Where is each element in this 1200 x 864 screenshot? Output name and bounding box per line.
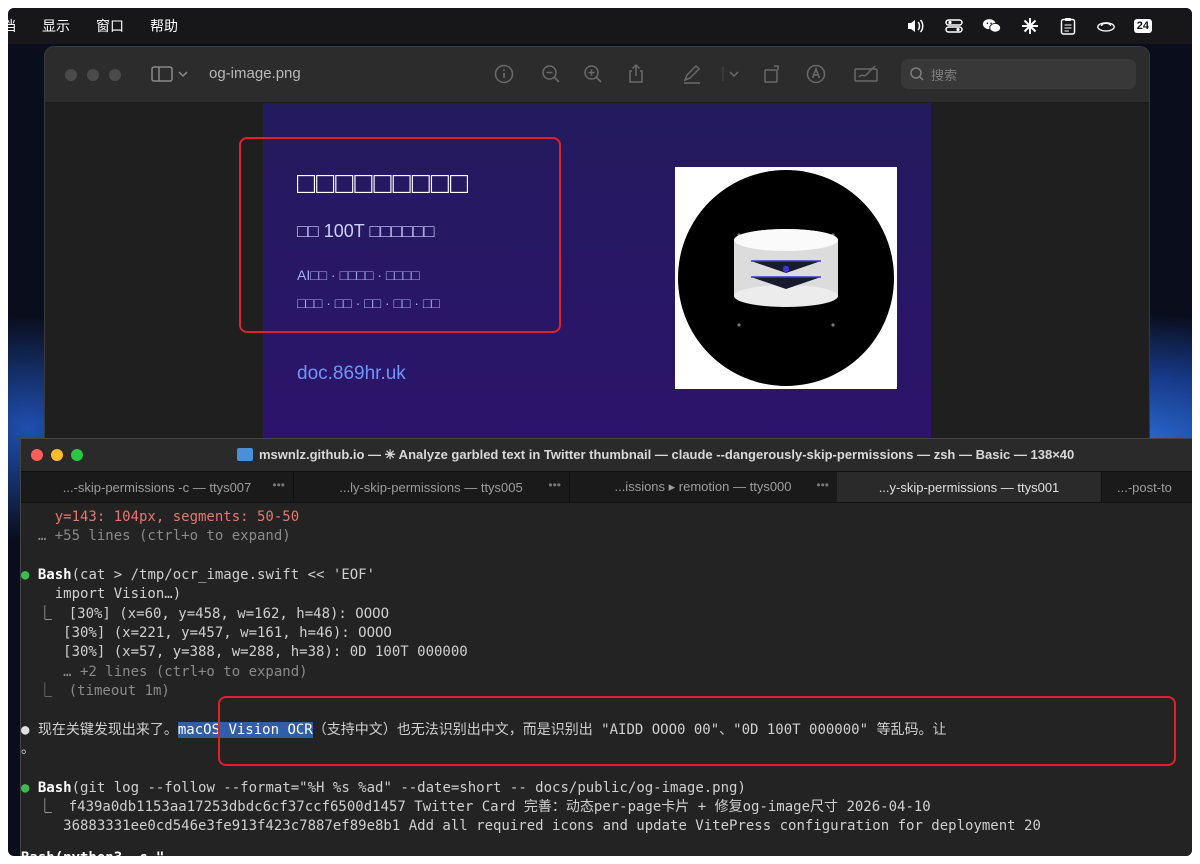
tab-overflow-icon[interactable]: ••• [272,478,285,492]
wechat-icon[interactable] [982,16,1002,36]
search-placeholder: 搜索 [931,67,958,83]
rotate-icon[interactable] [761,63,783,85]
annotation-box-og-text [239,137,561,333]
output-line: … +2 lines (ctrl+o to expand) [21,664,308,680]
output-line: Bash(python3 -c " [21,848,164,856]
tool-name: Bash [37,780,72,796]
sparkle-icon[interactable] [1020,16,1040,36]
menu-item-help[interactable]: 帮助 [150,16,178,36]
tab-label: ...-skip-permissions -c — ttys007 [62,479,252,495]
desktop: 档 显示 窗口 帮助 24 og-image.png 搜索 □□□□□□□□□ … [8,8,1192,856]
sign-icon[interactable] [853,63,881,85]
terminal-window: mswnlz.github.io — ✳ Analyze garbled tex… [20,438,1192,856]
status-dot-icon: ● [21,722,30,738]
menu-item-file[interactable]: 档 [8,16,16,36]
date-badge[interactable]: 24 [1133,19,1152,33]
tab-label: ...issions ▸ remotion — ttys000 [614,479,792,494]
output-line: 。 [21,741,35,757]
annotation-box-ocr-finding [218,696,1176,766]
clipboard-icon[interactable] [1058,16,1078,36]
terminal-output[interactable]: y=143: 104px, segments: 50-50 … +55 line… [21,502,1192,856]
database-logo-icon [675,167,897,389]
message-text: 现在关键发现出来了。 [37,722,178,738]
search-icon [910,67,924,81]
minimize-button[interactable] [51,449,63,461]
command-text: (cat > /tmp/ocr_image.swift << 'EOF' [71,567,376,583]
output-line: ⎿ [30%] (x=60, y=458, w=162, h=48): OOOO [21,606,390,622]
window-title: og-image.png [209,65,301,82]
output-line: [30%] (x=57, y=388, w=288, h=38): 0D 100… [21,644,468,660]
tab-label: ...-post-to [1117,479,1172,495]
tab-post-to[interactable]: ...-post-to [1101,472,1192,502]
bash-command-line: ● Bash(git log --follow --format="%H %s … [21,778,746,798]
output-line: 36883331ee0cd546e3fe913f423c7887ef89e8b1… [21,818,1041,834]
menu-item-view[interactable]: 显示 [42,16,70,36]
output-line: [30%] (x=221, y=457, w=161, h=46): OOOO [21,625,392,641]
sidebar-toggle-icon[interactable] [151,63,191,85]
status-dot-icon: ● [21,567,30,583]
terminal-tabs: ...-skip-permissions -c — ttys007 ••• ..… [21,471,1192,503]
zoom-button[interactable] [109,69,121,81]
menu-bar: 档 显示 窗口 帮助 24 [8,8,1192,44]
tab-label: ...y-skip-permissions — ttys001 [878,479,1060,495]
bash-command-line: ● Bash(cat > /tmp/ocr_image.swift << 'EO… [21,565,375,585]
output-line: import Vision…) [21,586,182,602]
tab-overflow-icon[interactable]: ••• [816,478,829,492]
output-line: y=143: 104px, segments: 50-50 [21,509,300,525]
og-url: doc.869hr.uk [297,363,406,384]
terminal-title: mswnlz.github.io — ✳ Analyze garbled tex… [259,447,1075,462]
control-center-icon[interactable] [944,16,964,36]
zoom-out-icon[interactable] [540,63,562,85]
menu-item-window[interactable]: 窗口 [96,16,124,36]
zoom-in-icon[interactable] [582,63,604,85]
markup-dropdown-icon[interactable] [721,63,743,85]
tab-label: ...ly-skip-permissions — ttys005 [339,479,523,495]
tab-ttys007[interactable]: ...-skip-permissions -c — ttys007 ••• [21,472,294,502]
preview-window: og-image.png 搜索 □□□□□□□□□ □□ 100T □□□□□□… [44,46,1150,458]
info-icon[interactable] [493,63,515,85]
close-button[interactable] [65,69,77,81]
command-text: (git log --follow --format="%H %s %ad" -… [71,780,746,796]
search-field[interactable]: 搜索 [901,59,1136,89]
tab-ttys005[interactable]: ...ly-skip-permissions — ttys005 ••• [293,472,570,502]
tab-ttys001[interactable]: ...y-skip-permissions — ttys001 [837,472,1102,502]
markup-pen-icon[interactable] [681,63,703,85]
cloud-icon[interactable] [1096,16,1116,36]
output-line: ⎿ (timeout 1m) [21,683,170,699]
highlight-icon[interactable] [805,63,827,85]
terminal-titlebar: mswnlz.github.io — ✳ Analyze garbled tex… [21,439,1192,471]
tab-ttys000[interactable]: ...issions ▸ remotion — ttys000 ••• [569,472,838,502]
tool-name: Bash [37,567,72,583]
folder-icon [237,448,253,461]
minimize-button[interactable] [87,69,99,81]
output-line: … +55 lines (ctrl+o to expand) [21,528,291,544]
output-line: ⎿ f439a0db1153aa17253dbdc6cf37ccf6500d14… [21,799,931,815]
tab-overflow-icon[interactable]: ••• [548,478,561,492]
share-icon[interactable] [625,63,647,85]
close-button[interactable] [31,449,43,461]
status-dot-icon: ● [21,780,30,796]
status-area: 24 [906,8,1184,44]
volume-icon[interactable] [906,16,926,36]
preview-toolbar: og-image.png 搜索 [45,47,1149,103]
preview-canvas: □□□□□□□□□ □□ 100T □□□□□□ AI□□ · □□□□ · □… [45,103,1149,457]
zoom-button[interactable] [71,449,83,461]
